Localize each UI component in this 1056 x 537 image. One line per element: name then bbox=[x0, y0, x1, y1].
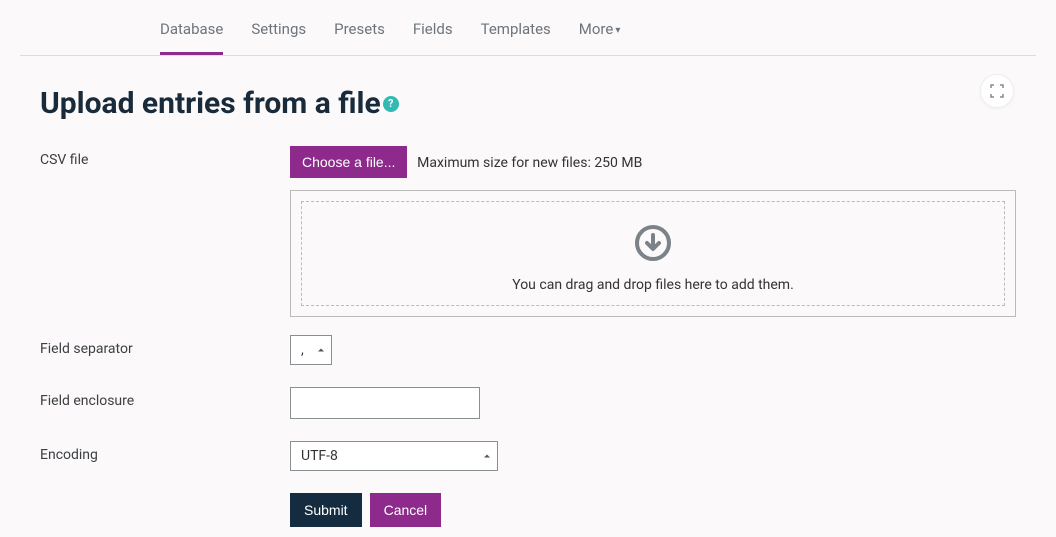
chevron-down-icon: ▾ bbox=[615, 25, 620, 36]
help-icon[interactable]: ? bbox=[383, 96, 399, 112]
tab-fields[interactable]: Fields bbox=[413, 2, 453, 55]
tab-presets[interactable]: Presets bbox=[334, 2, 385, 55]
label-field-enclosure: Field enclosure bbox=[40, 387, 290, 409]
tab-database[interactable]: Database bbox=[160, 2, 223, 55]
choose-file-button[interactable]: Choose a file... bbox=[290, 146, 407, 178]
label-csv-file: CSV file bbox=[40, 146, 290, 168]
expand-icon bbox=[990, 84, 1004, 98]
tab-more[interactable]: More▾ bbox=[579, 2, 621, 55]
download-arrow-icon bbox=[633, 223, 673, 263]
file-dropzone[interactable]: You can drag and drop files here to add … bbox=[301, 201, 1005, 306]
file-picker: You can drag and drop files here to add … bbox=[290, 190, 1016, 317]
fullscreen-button[interactable] bbox=[980, 74, 1014, 108]
page-title: Upload entries from a file bbox=[40, 86, 381, 121]
submit-button[interactable]: Submit bbox=[290, 493, 362, 527]
tab-more-label: More bbox=[579, 20, 614, 38]
label-encoding: Encoding bbox=[40, 441, 290, 463]
field-separator-select[interactable]: , bbox=[290, 335, 332, 365]
tab-bar: Database Settings Presets Fields Templat… bbox=[20, 0, 1036, 56]
field-enclosure-input[interactable] bbox=[290, 387, 480, 419]
label-field-separator: Field separator bbox=[40, 335, 290, 357]
tab-templates[interactable]: Templates bbox=[481, 2, 551, 55]
cancel-button[interactable]: Cancel bbox=[370, 493, 442, 527]
tab-settings[interactable]: Settings bbox=[251, 2, 306, 55]
max-size-hint: Maximum size for new files: 250 MB bbox=[417, 155, 642, 171]
dropzone-text: You can drag and drop files here to add … bbox=[512, 277, 794, 293]
encoding-select[interactable]: UTF-8 bbox=[290, 441, 498, 471]
